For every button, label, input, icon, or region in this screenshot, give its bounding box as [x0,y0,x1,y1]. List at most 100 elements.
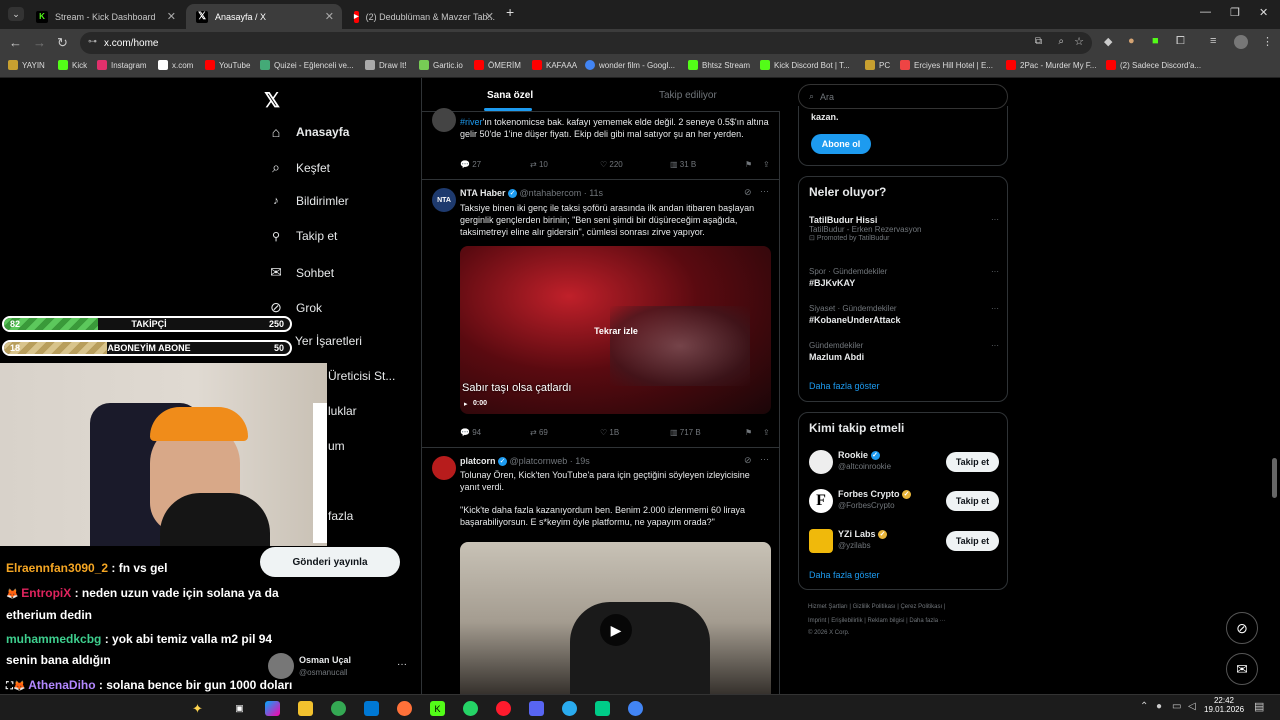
menu-icon[interactable]: ⋮ [1262,35,1273,48]
bookmark-item[interactable]: Draw It! [365,60,407,70]
bookmark-item[interactable]: ÖMERİM [474,60,521,70]
trend-item[interactable]: Spor · Gündemdekiler #BJKvKAY ··· [809,267,999,288]
bookmark-item[interactable]: Kick [58,60,87,70]
nav-item-creator-studio[interactable]: Üreticisi St... [328,369,395,383]
opera-icon[interactable] [496,701,511,716]
views-button[interactable]: ▥ 717 B [670,428,745,437]
author-name[interactable]: NTA Haber [460,188,506,198]
tab-kick-dashboard[interactable]: K Stream - Kick Dashboard ✕ [26,4,184,29]
messages-button[interactable]: ✉ [1226,653,1258,685]
x-logo-icon[interactable]: 𝕏 [264,88,280,113]
back-icon[interactable]: ← [9,35,22,50]
copilot-icon[interactable] [265,701,280,716]
grok-button[interactable]: ⊘ [1226,612,1258,644]
more-icon[interactable]: ··· [760,454,769,464]
follow-suggestion[interactable]: Rookie ✓ @altcoinrookie Takip et [809,449,999,475]
author-name[interactable]: platcorn [460,456,496,466]
chrome-icon[interactable] [628,701,643,716]
repost-button[interactable]: ⇄ 69 [530,428,600,437]
extension-icon[interactable]: ◆ [1104,35,1112,48]
follow-suggestion[interactable]: F Forbes Crypto ✓ @ForbesCrypto Takip et [809,488,999,514]
play-icon[interactable]: ▶ [600,614,632,646]
trend-item[interactable]: Siyaset · Gündemdekiler #KobaneUnderAttac… [809,304,999,325]
avatar[interactable] [432,456,456,480]
bookmark-item[interactable]: Gartic.io [419,60,463,70]
bookmark-item[interactable]: KAFAAA [532,60,577,70]
tray-chevron-icon[interactable]: ⌃ [1140,701,1148,712]
network-icon[interactable]: ▭ [1172,701,1181,712]
close-icon[interactable]: ✕ [325,10,334,23]
like-button[interactable]: ♡ 1B [600,428,670,437]
bookmark-item[interactable]: x.com [158,60,193,70]
more-icon[interactable]: ··· [760,186,769,196]
nav-item-more[interactable]: fazla [328,509,353,523]
nav-item-chat[interactable]: ✉ Sohbet [268,264,334,281]
replay-button[interactable]: Tekrar izle [580,321,652,341]
extension-icon[interactable]: ■ [1152,35,1159,47]
close-icon[interactable]: ✕ [167,10,176,23]
show-more-link[interactable]: Daha fazla göster [809,570,880,580]
bookmark-star-icon[interactable]: ☆ [1074,35,1084,48]
reading-list-icon[interactable]: ≡ [1210,35,1216,47]
share-icon[interactable]: ⇪ [763,160,770,169]
bookmark-item[interactable]: Quizei - Eğlenceli ve... [260,60,354,70]
bookmark-icon[interactable]: ⚑ [745,160,763,169]
avatar[interactable] [432,108,456,132]
views-button[interactable]: ▥ 31 B [670,160,745,169]
bookmark-item[interactable]: Kick Discord Bot | T... [760,60,850,70]
bookmark-icon[interactable]: ⚑ [745,428,763,437]
tab-following[interactable]: Takip ediliyor [659,90,717,101]
repost-button[interactable]: ⇄ 10 [530,160,600,169]
app-icon[interactable] [595,701,610,716]
copilot-sparkle-icon[interactable]: ✦ [190,701,205,716]
grok-icon[interactable]: ⊘ [744,187,752,198]
share-icon[interactable]: ⇪ [763,428,770,437]
close-icon[interactable]: ✕ [485,10,494,23]
profile-avatar[interactable] [1234,35,1248,49]
tweet[interactable]: NTA NTA Haber ✓ @ntahabercom · 11s ⊘ ···… [422,180,780,448]
bookmark-item[interactable]: YAYIN [8,60,45,70]
bookmark-item[interactable]: YouTube [205,60,250,70]
more-icon[interactable]: ··· [991,341,999,350]
footer-links[interactable]: Hizmet Şartları | Gizlilik Politikası | … [808,604,945,610]
follow-suggestion[interactable]: YZi Labs ✓ @yzilabs Takip et [809,528,999,554]
outlook-icon[interactable] [364,701,379,716]
tab-x-home[interactable]: 𝕏 Anasayfa / X ✕ [186,4,342,29]
hashtag-link[interactable]: #river [460,117,483,127]
scrollbar[interactable] [1272,458,1277,498]
avatar[interactable] [809,450,833,474]
bookmark-item[interactable]: 2Pac - Murder My F... [1006,60,1096,70]
avatar[interactable] [809,529,833,553]
forward-icon[interactable]: → [33,35,46,50]
bookmark-item[interactable]: PC [865,60,890,70]
task-view-icon[interactable]: ▣ [232,701,247,716]
play-icon[interactable]: ▸ [464,400,468,408]
avatar[interactable]: NTA [432,188,456,212]
show-more-link[interactable]: Daha fazla göster [809,381,880,391]
firefox-icon[interactable] [397,701,412,716]
more-icon[interactable]: ··· [397,659,407,670]
zoom-icon[interactable]: ⌕ [1058,36,1064,47]
install-icon[interactable]: ⧉ [1035,36,1042,47]
forbes-logo-icon[interactable]: F [809,489,833,513]
tweet-video[interactable]: ▶ [460,542,771,702]
follow-button[interactable]: Takip et [946,452,999,472]
nav-item-follow[interactable]: ⚲ Takip et [268,229,337,243]
reload-icon[interactable]: ↻ [57,35,68,51]
nav-item-home[interactable]: ⌂ Anasayfa [268,124,350,140]
more-icon[interactable]: ··· [991,304,999,313]
window-close-button[interactable]: ✕ [1259,6,1268,19]
bookmark-item[interactable]: (2) Sadece Discord'a... [1106,60,1201,70]
like-button[interactable]: ♡ 220 [600,160,670,169]
discord-icon[interactable] [529,701,544,716]
tab-for-you[interactable]: Sana özel [487,90,533,101]
more-icon[interactable]: ··· [991,215,999,224]
tweet-video[interactable]: Tekrar izle Sabır taşı olsa çatlardı ▸ 0… [460,246,771,414]
nav-item-grok[interactable]: ⊘ Grok [268,299,322,316]
nav-item-premium[interactable]: um [328,439,345,453]
tweet[interactable]: platcorn ✓ @platcornweb · 19s ⊘ ··· Tolu… [422,448,780,702]
grok-icon[interactable]: ⊘ [744,455,752,466]
extension-icon[interactable]: ● [1128,35,1135,47]
trend-item[interactable]: TatilBudur Hissi TatilBudur - Erken Rezer… [809,215,999,242]
follow-button[interactable]: Takip et [946,491,999,511]
